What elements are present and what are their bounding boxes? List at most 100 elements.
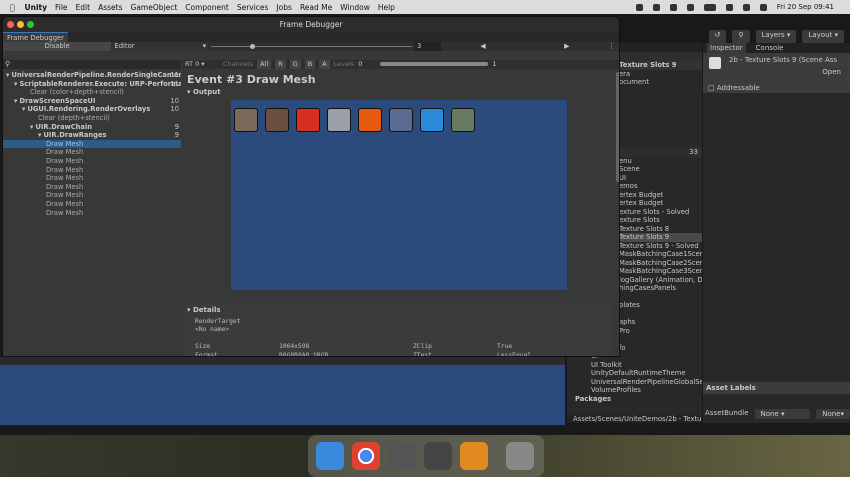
tree-item-label: Clear (color+depth+stencil) [30, 88, 124, 97]
tree-item[interactable]: ▾ ScriptableRenderer.Execute: URP-Perfor… [3, 80, 181, 89]
layers-dropdown[interactable]: Layers ▾ [755, 30, 797, 43]
tree-item[interactable]: ▾ UIR.DrawRanges 9 [3, 131, 181, 140]
battery-icon[interactable] [703, 3, 716, 11]
sublime-text-icon[interactable] [460, 442, 488, 470]
open-button[interactable]: Open [816, 67, 847, 77]
asset-labels-header[interactable]: Asset Labels [703, 382, 850, 394]
channel-g[interactable]: G [289, 60, 301, 69]
assetbundle-dropdown[interactable]: None ▾ [754, 409, 811, 419]
project-item[interactable]: UniversalRenderPipelineGlobalSet [567, 378, 702, 387]
levels-min[interactable]: 0 [358, 60, 376, 69]
tree-item[interactable]: Draw Mesh [3, 174, 181, 183]
tree-item[interactable]: Draw Mesh [3, 148, 181, 157]
levels-slider[interactable] [380, 62, 489, 66]
tree-search-input[interactable]: ⚲ [3, 60, 181, 69]
vertical-scrollbar[interactable] [616, 72, 619, 182]
menu-edit[interactable]: Edit [76, 3, 91, 12]
tree-item[interactable]: Draw Mesh [3, 183, 181, 192]
window-titlebar[interactable]: Frame Debugger [3, 17, 619, 32]
tree-item[interactable]: Clear (depth+stencil) [3, 114, 181, 123]
status-icon[interactable] [686, 3, 694, 11]
channels-label: Channels [223, 60, 254, 68]
prev-event-button[interactable]: ◀ [441, 42, 526, 51]
history-icon[interactable]: ↺ [708, 30, 727, 43]
layout-label: Layout [808, 31, 833, 39]
finder-icon[interactable] [316, 442, 344, 470]
target-dropdown[interactable]: Editor ▾ [111, 42, 209, 51]
menu-services[interactable]: Services [237, 3, 269, 12]
project-item[interactable]: Packages [567, 395, 702, 404]
volume-icon[interactable] [725, 3, 733, 11]
render-target-value: <No name> [195, 326, 230, 333]
tab-console[interactable]: Console [756, 43, 784, 53]
slider-thumb[interactable] [250, 44, 256, 49]
menu-file[interactable]: File [55, 3, 68, 12]
render-target-label: RenderTarget [195, 318, 241, 325]
tree-item-label: Draw Mesh [46, 191, 84, 200]
unity-hub-icon[interactable] [388, 442, 416, 470]
levels-label: Levels [333, 60, 355, 68]
channel-r[interactable]: R [275, 60, 286, 69]
tab-inspector[interactable]: Inspector [707, 43, 746, 53]
menu-component[interactable]: Component [185, 3, 229, 12]
menu-readme[interactable]: Read Me [300, 3, 332, 12]
tree-item-count: 10 [170, 105, 179, 114]
output-foldout[interactable]: ▾ Output [187, 88, 221, 96]
project-item[interactable]: UI Toolkit [567, 361, 702, 370]
more-icon[interactable]: ⋮ [608, 42, 619, 51]
tree-item[interactable]: Draw Mesh [3, 139, 181, 149]
tree-item[interactable]: ▾ UniversalRenderPipeline.RenderSingleCa… [3, 71, 181, 80]
property-name: ZClip [413, 343, 432, 350]
output-label: Output [192, 88, 221, 96]
tree-item[interactable]: Draw Mesh [3, 191, 181, 200]
tree-item[interactable]: ▾ UIR.DrawChain 9 [3, 123, 181, 132]
levels-max[interactable]: 1 [492, 60, 496, 69]
project-item[interactable]: VolumeProfiles [567, 386, 702, 395]
tree-item[interactable]: Draw Mesh [3, 209, 181, 218]
clock[interactable]: Fri 20 Sep 09:41 [777, 3, 834, 11]
menu-app[interactable]: Unity [25, 3, 47, 12]
menu-help[interactable]: Help [378, 3, 395, 12]
scene-view[interactable] [0, 357, 565, 425]
trash-icon[interactable] [506, 442, 534, 470]
chrome-icon[interactable] [352, 442, 380, 470]
channel-all[interactable]: All [257, 60, 272, 69]
search-icon[interactable] [759, 3, 767, 11]
tree-item[interactable]: Draw Mesh [3, 166, 181, 175]
property-value: B8G8R8A8_SRGB [279, 351, 329, 357]
addressable-checkbox[interactable]: □ Addressable [703, 83, 850, 93]
tree-item[interactable]: ▾ UGUI.Rendering.RenderOverlays 10 [3, 105, 181, 114]
next-event-button[interactable]: ▶ [525, 42, 608, 51]
status-icon[interactable] [669, 3, 677, 11]
tree-item[interactable]: Draw Mesh [3, 200, 181, 209]
project-item[interactable]: UnityDefaultRuntimeTheme [567, 369, 702, 378]
search-icon[interactable]: ⚲ [732, 30, 750, 43]
channel-b[interactable]: B [304, 60, 316, 69]
menu-window[interactable]: Window [340, 3, 370, 12]
frame-debugger-window: Frame Debugger Frame Debugger Disable Ed… [2, 16, 620, 357]
status-icon[interactable] [635, 3, 643, 11]
variant-dropdown[interactable]: None▾ [816, 409, 850, 419]
minimize-button[interactable] [17, 21, 24, 28]
rt-dropdown[interactable]: RT 0 ▾ [185, 60, 219, 69]
addressable-label: Addressable [716, 84, 760, 92]
channel-a[interactable]: A [319, 60, 330, 69]
unity-icon[interactable] [424, 442, 452, 470]
event-index-field[interactable]: 3 [415, 42, 441, 51]
menu-jobs[interactable]: Jobs [276, 3, 291, 12]
menu-assets[interactable]: Assets [98, 3, 122, 12]
layout-dropdown[interactable]: Layout ▾ [802, 30, 844, 43]
event-slider[interactable] [208, 42, 415, 51]
details-foldout[interactable]: ▾ Details [183, 303, 613, 317]
wifi-icon[interactable] [742, 3, 750, 11]
tree-item[interactable]: Draw Mesh [3, 157, 181, 166]
disable-button[interactable]: Disable [3, 42, 112, 51]
menu-gameobject[interactable]: GameObject [131, 3, 178, 12]
status-icon[interactable] [652, 3, 660, 11]
apple-icon[interactable]:  [10, 3, 15, 12]
maximize-button[interactable] [27, 21, 34, 28]
close-button[interactable] [7, 21, 14, 28]
tree-item[interactable]: Clear (color+depth+stencil) [3, 88, 181, 97]
rt-value: RT 0 [185, 60, 200, 68]
tree-item[interactable]: ▾ DrawScreenSpaceUI 10 [3, 97, 181, 106]
